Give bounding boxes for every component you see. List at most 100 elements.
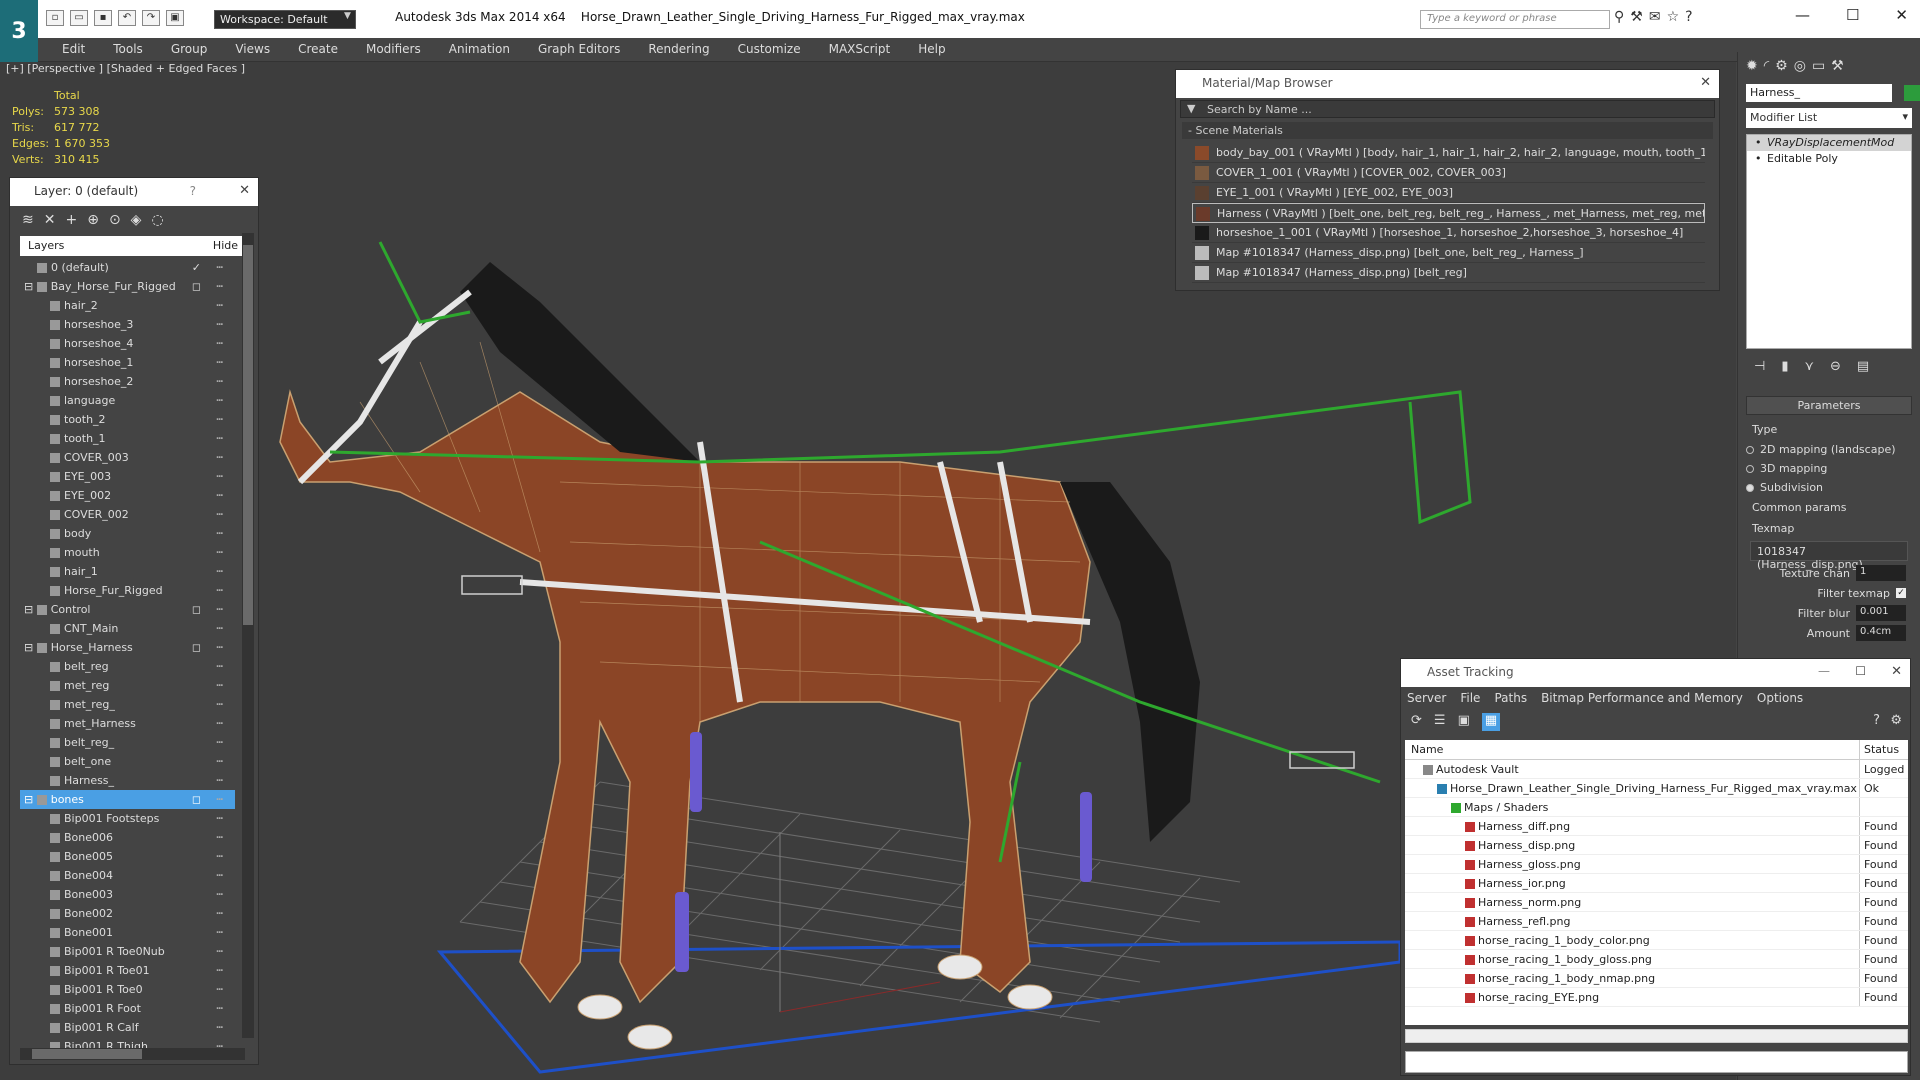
layer-row[interactable]: Bone004 ┅: [20, 866, 235, 885]
asset-row[interactable]: horse_racing_1_body_color.png Found: [1405, 931, 1908, 950]
layer-row[interactable]: mouth ┅: [20, 543, 235, 562]
minimize-button[interactable]: —: [1818, 664, 1830, 678]
type-radio[interactable]: 2D mapping (landscape): [1738, 440, 1920, 459]
menu-help[interactable]: Help: [904, 38, 959, 61]
maximize-button[interactable]: ☐: [1855, 664, 1866, 678]
layer-row[interactable]: belt_one ┅: [20, 752, 235, 771]
scene-materials-section[interactable]: - Scene Materials: [1182, 122, 1713, 139]
layer-row[interactable]: ⊟ Control ◻ ┅: [20, 600, 235, 619]
list-view-icon[interactable]: ☰: [1434, 713, 1446, 731]
hide-column-header[interactable]: Hide: [213, 239, 238, 253]
menu-graph-editors[interactable]: Graph Editors: [524, 38, 634, 61]
asset-menu-options[interactable]: Options: [1757, 691, 1803, 705]
binoculars-icon[interactable]: ⚲: [1614, 9, 1624, 25]
light-bulb-icon[interactable]: •: [1755, 151, 1762, 167]
highlight-layer-icon[interactable]: ◈: [131, 212, 142, 230]
hide-toggle-icon[interactable]: ┅: [216, 904, 223, 923]
close-layer-panel-button[interactable]: ✕: [239, 183, 250, 198]
maximize-button[interactable]: ☐: [1846, 6, 1859, 24]
hide-toggle-icon[interactable]: ┅: [216, 258, 223, 277]
texmap-button[interactable]: 1018347 (Harness_disp.png): [1750, 541, 1908, 571]
asset-horizontal-scrollbar[interactable]: [1405, 1029, 1908, 1043]
layer-row[interactable]: EYE_003 ┅: [20, 467, 235, 486]
asset-path-input[interactable]: [1405, 1051, 1908, 1073]
hide-toggle-icon[interactable]: ┅: [216, 733, 223, 752]
layer-row[interactable]: EYE_002 ┅: [20, 486, 235, 505]
minimize-button[interactable]: —: [1795, 6, 1810, 24]
viewport-label[interactable]: [+] [Perspective ] [Shaded + Edged Faces…: [6, 62, 245, 75]
hide-toggle-icon[interactable]: ┅: [216, 1018, 223, 1037]
menu-views[interactable]: Views: [221, 38, 284, 61]
help-button[interactable]: ?: [190, 184, 196, 198]
texture-chan-spinner[interactable]: 1: [1856, 565, 1906, 581]
layer-row[interactable]: met_reg_ ┅: [20, 695, 235, 714]
hide-toggle-icon[interactable]: ┅: [216, 391, 223, 410]
layer-row[interactable]: tooth_2 ┅: [20, 410, 235, 429]
material-browser-titlebar[interactable]: Material/Map Browser ✕: [1176, 70, 1719, 98]
show-end-result-icon[interactable]: ▮: [1781, 359, 1788, 374]
layer-row[interactable]: ⊟ Bay_Horse_Fur_Rigged ◻ ┅: [20, 277, 235, 296]
material-row[interactable]: body_bay_001 ( VRayMtl ) [body, hair_1, …: [1192, 143, 1705, 163]
layer-row[interactable]: CNT_Main ┅: [20, 619, 235, 638]
add-icon[interactable]: +: [65, 212, 77, 230]
hide-toggle-icon[interactable]: ┅: [216, 1037, 223, 1048]
layer-row[interactable]: body ┅: [20, 524, 235, 543]
menu-edit[interactable]: Edit: [48, 38, 99, 61]
hide-toggle-icon[interactable]: ┅: [216, 543, 223, 562]
layer-row[interactable]: met_reg ┅: [20, 676, 235, 695]
scroll-thumb[interactable]: [32, 1049, 142, 1059]
layer-row[interactable]: Bone002 ┅: [20, 904, 235, 923]
menu-tools[interactable]: Tools: [99, 38, 157, 61]
utilities-tab-icon[interactable]: ⚒: [1831, 58, 1844, 74]
object-color-swatch[interactable]: [1903, 85, 1920, 101]
asset-menu-file[interactable]: File: [1460, 691, 1480, 705]
layer-panel-titlebar[interactable]: Layer: 0 (default) ? ✕: [10, 178, 258, 206]
layer-row[interactable]: horseshoe_2 ┅: [20, 372, 235, 391]
asset-menu-server[interactable]: Server: [1407, 691, 1446, 705]
layer-row[interactable]: Bip001 R Toe01 ┅: [20, 961, 235, 980]
layer-row[interactable]: COVER_002 ┅: [20, 505, 235, 524]
name-column-header[interactable]: Name: [1405, 740, 1860, 759]
layer-visibility-box[interactable]: ◻: [192, 638, 201, 657]
layer-stack-icon[interactable]: ≋: [22, 212, 34, 230]
layer-row[interactable]: met_Harness ┅: [20, 714, 235, 733]
layer-visibility-box[interactable]: ◻: [192, 600, 201, 619]
asset-row[interactable]: Harness_disp.png Found: [1405, 836, 1908, 855]
modify-tab-icon[interactable]: ◜: [1764, 58, 1769, 74]
asset-row[interactable]: Horse_Drawn_Leather_Single_Driving_Harne…: [1405, 779, 1908, 798]
hide-toggle-icon[interactable]: ┅: [216, 277, 223, 296]
hide-toggle-icon[interactable]: ┅: [216, 581, 223, 600]
filter-blur-spinner[interactable]: 0.001: [1856, 605, 1906, 621]
hide-toggle-icon[interactable]: ┅: [216, 657, 223, 676]
settings-icon[interactable]: ⚙: [1890, 713, 1902, 728]
filter-texmap-checkbox[interactable]: ✓: [1896, 588, 1906, 598]
menu-modifiers[interactable]: Modifiers: [352, 38, 435, 61]
hide-toggle-icon[interactable]: ┅: [216, 334, 223, 353]
asset-menu-bitmap-performance-and-memory[interactable]: Bitmap Performance and Memory: [1541, 691, 1743, 705]
star-icon[interactable]: ☆: [1667, 9, 1680, 25]
hide-toggle-icon[interactable]: ┅: [216, 296, 223, 315]
hide-toggle-icon[interactable]: ┅: [216, 923, 223, 942]
layer-row[interactable]: 0 (default) ✓ ┅: [20, 258, 235, 277]
menu-create[interactable]: Create: [284, 38, 352, 61]
layer-row[interactable]: Bone003 ┅: [20, 885, 235, 904]
thumbnail-view-icon[interactable]: ▣: [1458, 713, 1470, 731]
hide-toggle-icon[interactable]: ┅: [216, 999, 223, 1018]
layer-horizontal-scrollbar[interactable]: [20, 1048, 245, 1060]
hide-toggle-icon[interactable]: ┅: [216, 486, 223, 505]
expand-toggle-icon[interactable]: ⊟: [24, 280, 37, 293]
hide-toggle-icon[interactable]: ┅: [216, 942, 223, 961]
amount-spinner[interactable]: 0.4cm: [1856, 625, 1906, 641]
asset-row[interactable]: Autodesk Vault Logged: [1405, 760, 1908, 779]
layer-row[interactable]: Bip001 R Foot ┅: [20, 999, 235, 1018]
layer-row[interactable]: Horse_Fur_Rigged ┅: [20, 581, 235, 600]
status-column-header[interactable]: Status: [1860, 740, 1908, 759]
hide-toggle-icon[interactable]: ┅: [216, 885, 223, 904]
material-row[interactable]: Map #1018347 (Harness_disp.png) [belt_re…: [1192, 263, 1705, 283]
layer-row[interactable]: tooth_1 ┅: [20, 429, 235, 448]
menu-animation[interactable]: Animation: [435, 38, 524, 61]
asset-row[interactable]: horse_racing_EYE.png Found: [1405, 988, 1908, 1007]
asset-row[interactable]: Harness_ior.png Found: [1405, 874, 1908, 893]
material-row[interactable]: Harness ( VRayMtl ) [belt_one, belt_reg,…: [1192, 203, 1705, 223]
radio-dot[interactable]: [1746, 465, 1754, 473]
